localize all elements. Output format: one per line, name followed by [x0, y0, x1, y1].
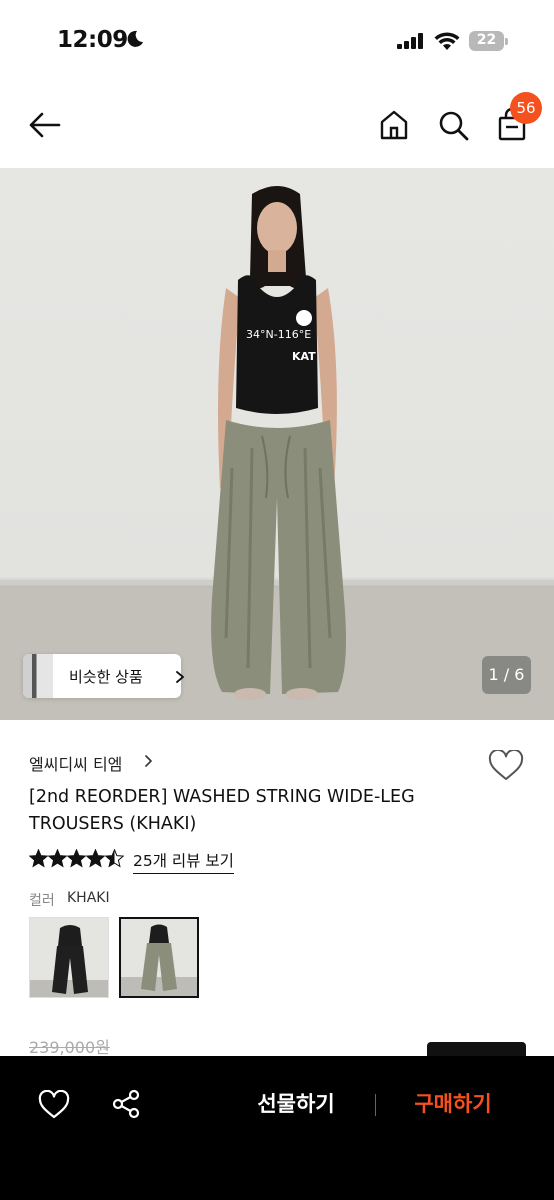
search-icon[interactable] — [436, 108, 470, 142]
status-bar: 12:09 22 — [0, 0, 554, 80]
star-icon — [86, 849, 105, 868]
battery-level: 22 — [476, 32, 497, 48]
image-page-indicator: 1 / 6 — [482, 656, 531, 694]
review-link[interactable]: 25개 리뷰 보기 — [133, 849, 234, 874]
star-icon — [105, 849, 124, 868]
moon-icon — [127, 30, 143, 47]
top-navigation: 56 — [0, 80, 554, 168]
cellular-signal-icon — [397, 33, 423, 49]
cart-count-badge: 56 — [510, 92, 542, 124]
color-label: 컬러 — [29, 893, 55, 909]
color-swatch-khaki[interactable] — [119, 917, 199, 998]
star-icon — [29, 849, 48, 868]
battery-indicator: 22 — [469, 31, 508, 51]
shirt-print-text: 34°N-116°E — [246, 328, 311, 341]
color-swatch-black[interactable] — [29, 917, 109, 998]
share-icon[interactable] — [111, 1089, 141, 1119]
bottom-action-bar: 선물하기 구매하기 — [0, 1056, 554, 1200]
original-price: 239,000원 — [29, 1038, 110, 1057]
chevron-right-icon[interactable] — [144, 755, 153, 767]
status-time: 12:09 — [57, 27, 128, 53]
product-image-gallery[interactable]: 34°N-116°E KAT — [0, 168, 554, 720]
brand-link[interactable]: 엘씨디씨 티엠 — [29, 751, 122, 775]
heart-icon[interactable] — [488, 750, 524, 782]
heart-icon[interactable] — [38, 1090, 70, 1120]
product-title: [2nd REORDER] WASHED STRING WIDE-LEG TRO… — [29, 787, 415, 834]
similar-products-button[interactable]: 비슷한 상품 — [23, 654, 184, 698]
color-value: KHAKI — [67, 890, 110, 906]
divider — [375, 1094, 376, 1116]
gift-button[interactable]: 선물하기 — [236, 1088, 356, 1118]
similar-products-label: 비슷한 상품 — [69, 668, 143, 686]
home-icon[interactable] — [377, 108, 411, 142]
wifi-icon — [434, 32, 460, 50]
star-icon — [48, 849, 67, 868]
buy-button[interactable]: 구매하기 — [393, 1088, 513, 1118]
product-photo: 34°N-116°E KAT — [0, 186, 554, 720]
shirt-print-brand: KAT — [292, 350, 316, 363]
similar-products-thumbnail — [23, 654, 53, 698]
back-arrow-icon[interactable] — [27, 108, 61, 142]
star-icon — [67, 849, 86, 868]
chevron-right-icon — [176, 671, 184, 683]
